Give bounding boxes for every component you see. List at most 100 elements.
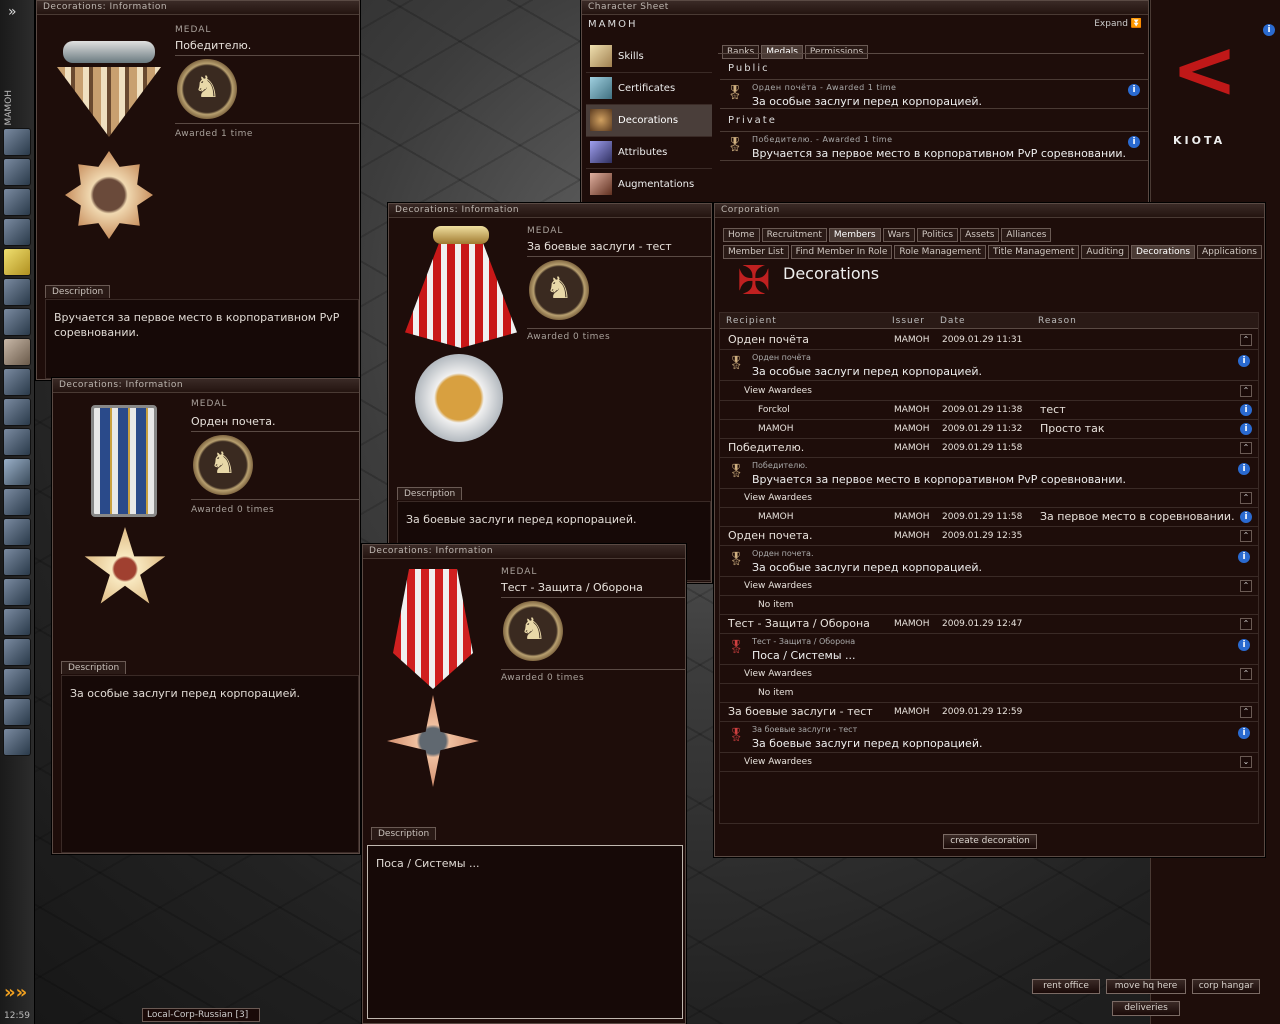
tab-applications[interactable]: Applications	[1197, 245, 1262, 259]
info-icon[interactable]: i	[1263, 24, 1275, 36]
expand-icon[interactable]: »	[8, 4, 17, 20]
collapse-icon[interactable]: ⌃	[1240, 706, 1252, 718]
notepad-icon[interactable]	[3, 248, 31, 276]
tab-medals[interactable]: Medals	[761, 45, 803, 59]
portrait-icon[interactable]	[3, 128, 31, 156]
collapse-icon[interactable]: ⌃	[1240, 442, 1252, 454]
assets-icon[interactable]	[3, 428, 31, 456]
view-awardees-row[interactable]: View Awardees ⌃	[720, 489, 1258, 508]
create-decoration-button[interactable]: create decoration	[943, 834, 1037, 849]
col-recipient[interactable]: Recipient	[726, 316, 777, 326]
menu-certificates[interactable]: Certificates	[586, 73, 712, 105]
collapse-icon[interactable]: ⌃	[1240, 580, 1252, 592]
table-row[interactable]: Орден почета. МАМОН 2009.01.29 12:35 ⌃	[720, 527, 1258, 546]
info-icon[interactable]: i	[1240, 404, 1252, 416]
info-icon[interactable]: i	[1238, 639, 1250, 651]
corp-logo-icon: <	[1171, 23, 1239, 116]
window-title[interactable]: Corporation	[715, 204, 1264, 218]
window-title[interactable]: Decorations: Information	[389, 204, 711, 218]
awardee-row[interactable]: МАМОН МАМОН 2009.01.29 11:32 Просто так i	[720, 420, 1258, 439]
menu-attributes[interactable]: Attributes	[586, 137, 712, 169]
rent-office-button[interactable]: rent office	[1032, 979, 1100, 994]
tab-ranks[interactable]: Ranks	[722, 45, 760, 59]
info-icon[interactable]: i	[1238, 551, 1250, 563]
contracts-icon[interactable]	[3, 548, 31, 576]
ship-icon[interactable]	[3, 278, 31, 306]
info-icon[interactable]: i	[1240, 511, 1252, 523]
expand-icon[interactable]: ⌄	[1240, 756, 1252, 768]
awardee-row[interactable]: Forckol МАМОН 2009.01.29 11:38 тест i	[720, 401, 1258, 420]
view-awardees-row[interactable]: View Awardees ⌃	[720, 382, 1258, 401]
description-tab[interactable]: Description	[397, 487, 463, 500]
window-title[interactable]: Decorations: Information	[37, 1, 359, 15]
undock-icon[interactable]	[3, 698, 31, 726]
table-row[interactable]: За боевые заслуги - тест МАМОН 2009.01.29 …	[720, 703, 1258, 722]
wallet-icon[interactable]	[3, 488, 31, 516]
tab-title-management[interactable]: Title Management	[987, 245, 1080, 259]
menu-label: Skills	[618, 51, 644, 62]
corporation-icon[interactable]	[3, 458, 31, 486]
collapse-icon[interactable]: ⌃	[1240, 618, 1252, 630]
table-row[interactable]: Тест - Защита / Оборона МАМОН 2009.01.29 1…	[720, 615, 1258, 634]
drones-icon[interactable]	[3, 728, 31, 756]
tutorial-icon[interactable]	[3, 668, 31, 696]
view-awardees-row[interactable]: View Awardees ⌃	[720, 577, 1258, 596]
tab-find-member[interactable]: Find Member In Role	[790, 245, 893, 259]
info-icon[interactable]: i	[1128, 136, 1140, 148]
info-icon[interactable]: i	[1238, 463, 1250, 475]
collapse-icon[interactable]: ⌃	[1240, 668, 1252, 680]
tab-auditing[interactable]: Auditing	[1081, 245, 1129, 259]
chat-tab[interactable]: Local-Corp-Russian [3]	[142, 1008, 260, 1022]
table-row[interactable]: Орден почёта МАМОН 2009.01.29 11:31 ⌃	[720, 331, 1258, 350]
tab-role-management[interactable]: Role Management	[894, 245, 986, 259]
move-hq-button[interactable]: move hq here	[1106, 979, 1186, 994]
people-icon[interactable]	[3, 218, 31, 246]
collapse-icon[interactable]: ⌃	[1240, 334, 1252, 346]
collapse-icon[interactable]: ⌃	[1240, 385, 1252, 397]
public-medal-row[interactable]: 🎖 Орден почёта - Awarded 1 time За особы…	[720, 79, 1148, 109]
science-icon[interactable]	[3, 518, 31, 546]
menu-skills[interactable]: Skills	[586, 41, 712, 73]
col-reason[interactable]: Reason	[1038, 316, 1077, 326]
view-awardees-row[interactable]: View Awardees ⌃	[720, 665, 1258, 684]
collapse-icon[interactable]: ⌃	[1240, 492, 1252, 504]
col-date[interactable]: Date	[940, 316, 966, 326]
chevron-icon[interactable]: »»	[4, 982, 27, 1003]
market-icon[interactable]	[3, 308, 31, 336]
mail-icon[interactable]	[3, 188, 31, 216]
private-medal-row[interactable]: 🎖 Победителю. - Awarded 1 time Вручается…	[720, 131, 1148, 161]
view-awardees-row[interactable]: View Awardees ⌄	[720, 753, 1258, 772]
awardee-row[interactable]: МАМОН МАМОН 2009.01.29 11:58 За первое мест…	[720, 508, 1258, 527]
starmap-icon[interactable]	[3, 368, 31, 396]
expand-button[interactable]: Expand ⏬	[1094, 19, 1142, 29]
map-icon[interactable]	[3, 158, 31, 186]
tab-decorations[interactable]: Decorations	[1130, 245, 1196, 259]
tab-permissions[interactable]: Permissions	[804, 45, 869, 59]
neocom-sidebar: » МАМОН »» 12:59	[0, 0, 35, 1024]
recipient: Орден почёта	[728, 333, 810, 346]
journal-icon[interactable]	[3, 338, 31, 366]
col-issuer[interactable]: Issuer	[892, 316, 925, 326]
detail-name: Орден почета.	[752, 549, 814, 558]
description-tab[interactable]: Description	[45, 285, 111, 298]
table-row[interactable]: Победителю. МАМОН 2009.01.29 11:58 ⌃	[720, 439, 1258, 458]
menu-augmentations[interactable]: Augmentations	[586, 169, 712, 201]
window-title[interactable]: Character Sheet	[582, 1, 1148, 15]
help-icon[interactable]	[3, 578, 31, 606]
deliveries-button[interactable]: deliveries	[1112, 1001, 1180, 1016]
window-title[interactable]: Decorations: Information	[363, 545, 685, 559]
info-icon[interactable]: i	[1238, 355, 1250, 367]
menu-decorations[interactable]: Decorations	[586, 105, 712, 137]
window-title[interactable]: Decorations: Information	[53, 379, 359, 393]
militia-icon[interactable]	[3, 638, 31, 666]
collapse-icon[interactable]: ⌃	[1240, 530, 1252, 542]
chat-label: Local-Corp-Russian [3]	[147, 1010, 249, 1020]
corp-hangar-button[interactable]: corp hangar	[1192, 979, 1260, 994]
description-tab[interactable]: Description	[371, 827, 437, 840]
fleet-icon[interactable]	[3, 398, 31, 426]
description-tab[interactable]: Description	[61, 661, 127, 674]
channels-icon[interactable]	[3, 608, 31, 636]
info-icon[interactable]: i	[1238, 727, 1250, 739]
info-icon[interactable]: i	[1240, 423, 1252, 435]
info-icon[interactable]: i	[1128, 84, 1140, 96]
